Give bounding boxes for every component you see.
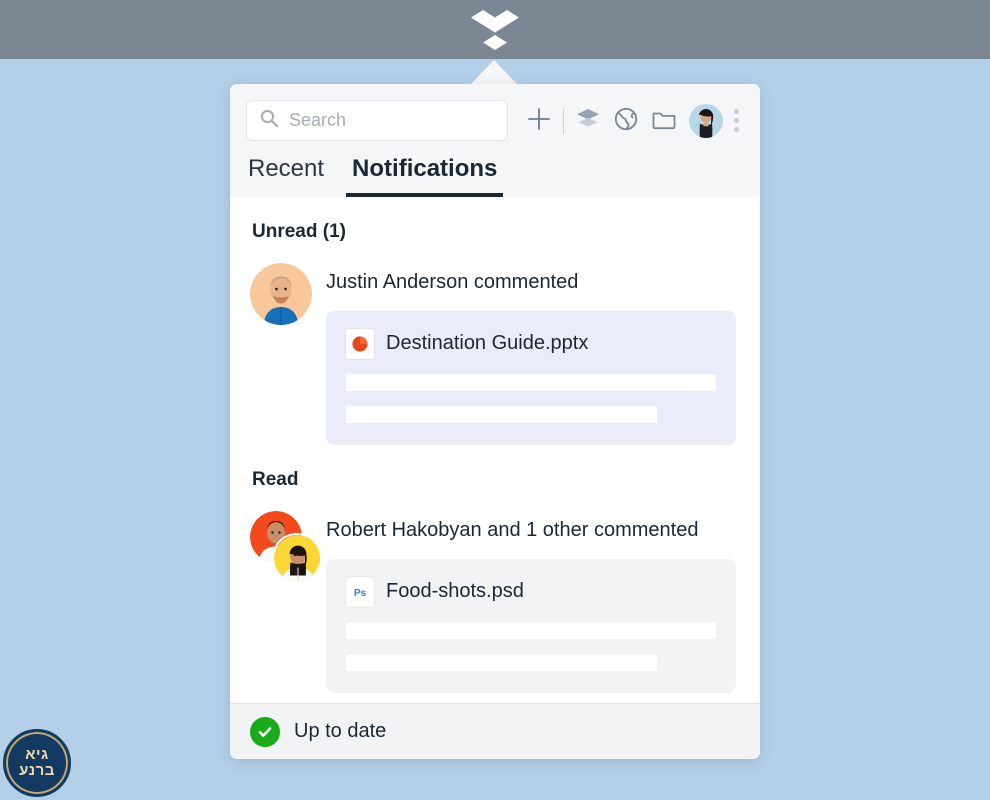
comment-placeholder-bar <box>346 405 657 423</box>
toolbar-icon-group <box>520 102 745 140</box>
search-icon <box>259 108 279 133</box>
notification-body: Justin Anderson commented Destination Gu… <box>326 259 736 445</box>
notification-body: Robert Hakobyan and 1 other commented Ps… <box>326 507 736 693</box>
os-menu-bar <box>0 0 990 59</box>
plus-icon <box>526 106 552 135</box>
section-title-read: Read <box>252 468 299 490</box>
open-folder-button[interactable] <box>645 102 683 140</box>
overflow-menu-button[interactable] <box>727 102 745 140</box>
file-row: Destination Guide.pptx <box>346 328 716 359</box>
account-avatar[interactable] <box>689 103 723 138</box>
tab-notifications[interactable]: Notifications <box>346 151 504 197</box>
dropbox-web-button[interactable] <box>607 102 645 140</box>
paper-docs-button[interactable] <box>569 102 607 140</box>
popup-pointer-arrow <box>470 60 518 85</box>
notification-item[interactable]: Robert Hakobyan and 1 other commented Ps… <box>230 491 760 693</box>
dropbox-tray-panel: Recent Notifications Unread (1) <box>230 84 760 759</box>
kebab-dot <box>733 118 739 123</box>
sync-status-bar: Up to date <box>230 703 760 759</box>
comment-placeholder-bar <box>346 653 657 671</box>
file-name: Destination Guide.pptx <box>386 332 589 355</box>
create-new-button[interactable] <box>520 102 558 140</box>
notification-avatars <box>250 259 326 445</box>
file-preview-card[interactable]: Destination Guide.pptx <box>326 310 736 445</box>
section-title-unread: Unread (1) <box>252 220 346 242</box>
notifications-list: Unread (1) Justin Anderson commented Des… <box>230 196 760 703</box>
tab-bar: Recent Notifications <box>230 141 760 197</box>
watermark-line-2: ברנע <box>19 762 55 779</box>
panel-header: Recent Notifications <box>230 84 760 197</box>
notification-text: Robert Hakobyan and 1 other commented <box>326 518 699 541</box>
file-preview-card[interactable]: Ps Food-shots.psd <box>326 558 736 693</box>
notification-text: Justin Anderson commented <box>326 270 579 293</box>
powerpoint-file-icon <box>346 328 374 359</box>
svg-text:Ps: Ps <box>354 588 367 599</box>
avatar-stack <box>250 510 324 583</box>
avatar <box>250 262 312 325</box>
notification-avatars <box>250 507 326 693</box>
file-name: Food-shots.psd <box>386 580 524 603</box>
photoshop-file-icon: Ps <box>346 576 374 607</box>
kebab-menu-icon <box>733 109 739 114</box>
panel-toolbar <box>230 84 760 141</box>
globe-icon <box>613 106 639 135</box>
watermark-line-1: גיא <box>25 745 49 763</box>
watermark-badge: גיא ברנע <box>3 729 71 797</box>
layers-icon <box>575 106 601 135</box>
check-circle-icon <box>250 716 280 747</box>
comment-placeholder-bar <box>346 373 716 391</box>
notification-item[interactable]: Justin Anderson commented Destination Gu… <box>230 243 760 445</box>
comment-placeholder-bar <box>346 621 716 639</box>
tab-recent[interactable]: Recent <box>242 151 330 197</box>
toolbar-divider <box>563 107 564 134</box>
sync-status-text: Up to date <box>294 720 387 742</box>
kebab-dot <box>733 127 739 132</box>
folder-icon <box>651 106 677 135</box>
search-box[interactable] <box>246 100 508 141</box>
search-input[interactable] <box>289 110 495 131</box>
avatar <box>272 532 322 583</box>
dropbox-logo-icon[interactable] <box>471 8 519 52</box>
file-row: Ps Food-shots.psd <box>346 576 716 607</box>
